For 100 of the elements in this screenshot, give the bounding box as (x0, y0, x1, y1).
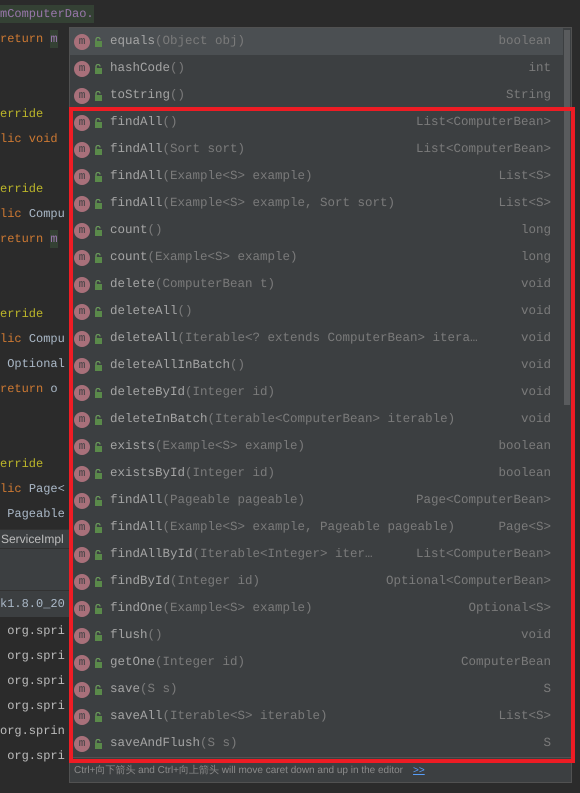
completion-item[interactable]: m flush() void (70, 622, 563, 649)
method-icon: m (74, 546, 90, 562)
method-signature: flush() (110, 627, 163, 644)
console-line: org.sprin (0, 722, 65, 740)
code-text: return (0, 31, 44, 48)
completion-item[interactable]: m findAll(Sort sort) List<ComputerBean> (70, 136, 563, 163)
completion-item[interactable]: m findAll(Example<S> example) List<S> (70, 163, 563, 190)
method-icon: m (74, 384, 90, 400)
completion-item[interactable]: m save(S s) S (70, 676, 563, 703)
method-signature: hashCode() (110, 60, 186, 78)
lock-icon (94, 630, 103, 640)
completion-item[interactable]: m deleteInBatch(Iterable<ComputerBean> iterable) void (70, 406, 563, 433)
return-type: void (520, 303, 551, 320)
completion-item[interactable]: m findAllById(Iterable<Integer> iter… List<ComputerBean> (70, 541, 563, 568)
completion-item[interactable]: m count(Example<S> example) long (70, 244, 563, 271)
console-header: k1.8.0_20 (0, 591, 69, 617)
completion-item[interactable]: m deleteAllInBatch() void (70, 352, 563, 379)
code-text: Compu (28, 331, 65, 348)
return-type: Optional<S> (468, 600, 551, 618)
completion-item[interactable]: m findAll(Example<S> example, Pageable pageable) Page<S> (70, 514, 563, 541)
method-signature: findAll(Example<S> example, Sort sort) (110, 195, 396, 212)
lock-icon (94, 684, 103, 694)
return-type: List<S> (498, 168, 551, 186)
method-signature: deleteInBatch(Iterable<ComputerBean> iterable) (110, 411, 456, 428)
console-line: org.spri (6, 672, 65, 690)
code-text: Page< (28, 481, 65, 498)
method-icon: m (74, 600, 90, 616)
method-signature: findAll(Example<S> example, Pageable pageable) (110, 519, 456, 536)
lock-icon (94, 496, 103, 506)
completion-item[interactable]: m saveAndFlush(S s) S (70, 730, 563, 757)
method-signature: findAll() (110, 114, 178, 132)
completion-item[interactable]: m exists(Example<S> example) boolean (70, 433, 563, 460)
method-icon: m (74, 654, 90, 670)
method-icon: m (74, 492, 90, 508)
return-type: void (520, 276, 551, 294)
code-text: lic (0, 206, 23, 223)
code-text: Optional (6, 356, 65, 373)
method-icon: m (74, 168, 90, 184)
file-tab[interactable]: ServiceImpl (0, 530, 65, 548)
code-text: m (50, 30, 58, 48)
method-signature: deleteAll() (110, 303, 193, 320)
completion-item[interactable]: m saveAll(Iterable<S> iterable) List<S> (70, 703, 563, 730)
lock-icon (94, 442, 103, 452)
console-line: org.spri (6, 648, 65, 664)
completion-item[interactable]: m deleteById(Integer id) void (70, 379, 563, 406)
method-signature: findAllById(Iterable<Integer> iter… (110, 546, 373, 564)
code-text: Pageable (6, 506, 65, 523)
method-icon: m (74, 358, 90, 374)
return-type: List<ComputerBean> (416, 114, 551, 132)
code-text: return (0, 381, 44, 398)
method-signature: findAll(Example<S> example) (110, 168, 313, 186)
return-type: S (543, 681, 551, 698)
scrollbar-thumb[interactable] (564, 30, 570, 405)
lock-icon (94, 576, 103, 586)
console-line: org.spri (6, 622, 65, 640)
code-text: erride (0, 456, 44, 473)
return-type: void (520, 330, 551, 348)
method-icon: m (74, 330, 90, 346)
method-icon: m (74, 574, 90, 590)
completion-item[interactable]: m findAll(Pageable pageable) Page<ComputerBean> (70, 487, 563, 514)
code-text: Compu (28, 206, 65, 223)
completion-item[interactable]: m deleteAll() void (70, 298, 563, 325)
completion-item[interactable]: m delete(ComputerBean t) void (70, 271, 563, 298)
return-type: List<ComputerBean> (416, 141, 551, 158)
code-text: erride (0, 306, 44, 323)
return-type: List<ComputerBean> (416, 546, 551, 564)
completion-item[interactable]: m findById(Integer id) Optional<ComputerBean> (70, 568, 563, 595)
method-icon: m (74, 438, 90, 454)
code-text: lic (0, 331, 23, 348)
completion-item[interactable]: m findOne(Example<S> example) Optional<S> (70, 595, 563, 622)
method-signature: deleteById(Integer id) (110, 384, 276, 402)
lock-icon (94, 306, 103, 316)
lock-icon (94, 334, 103, 344)
code-text: return (0, 231, 44, 248)
lock-icon (94, 64, 103, 74)
lock-icon (94, 522, 103, 532)
method-icon: m (74, 250, 90, 266)
completion-item[interactable]: m hashCode() int (70, 55, 563, 82)
method-icon: m (74, 412, 90, 428)
lock-icon (94, 604, 103, 614)
completion-item[interactable]: m findAll(Example<S> example, Sort sort) List<S> (70, 190, 563, 217)
return-type: Optional<ComputerBean> (386, 573, 551, 590)
code-text: mComputerDao. (0, 5, 94, 23)
method-icon: m (74, 682, 90, 698)
method-signature: findById(Integer id) (110, 573, 260, 590)
completion-item[interactable]: m count() long (70, 217, 563, 244)
lock-icon (94, 198, 103, 208)
lock-icon (94, 252, 103, 262)
method-icon: m (74, 466, 90, 482)
completion-item[interactable]: m findAll() List<ComputerBean> (70, 109, 563, 136)
hint-link[interactable]: >> (413, 762, 425, 778)
code-text: o (50, 381, 58, 398)
method-icon: m (74, 628, 90, 644)
completion-item[interactable]: m toString() String (70, 82, 563, 109)
completion-item[interactable]: m getOne(Integer id) ComputerBean (70, 649, 563, 676)
lock-icon (94, 280, 103, 290)
completion-item[interactable]: m deleteAll(Iterable<? extends ComputerBean> itera… void (70, 325, 563, 352)
completion-item[interactable]: m existsById(Integer id) boolean (70, 460, 563, 487)
code-text: lic void (0, 131, 58, 148)
return-type: boolean (498, 465, 551, 482)
